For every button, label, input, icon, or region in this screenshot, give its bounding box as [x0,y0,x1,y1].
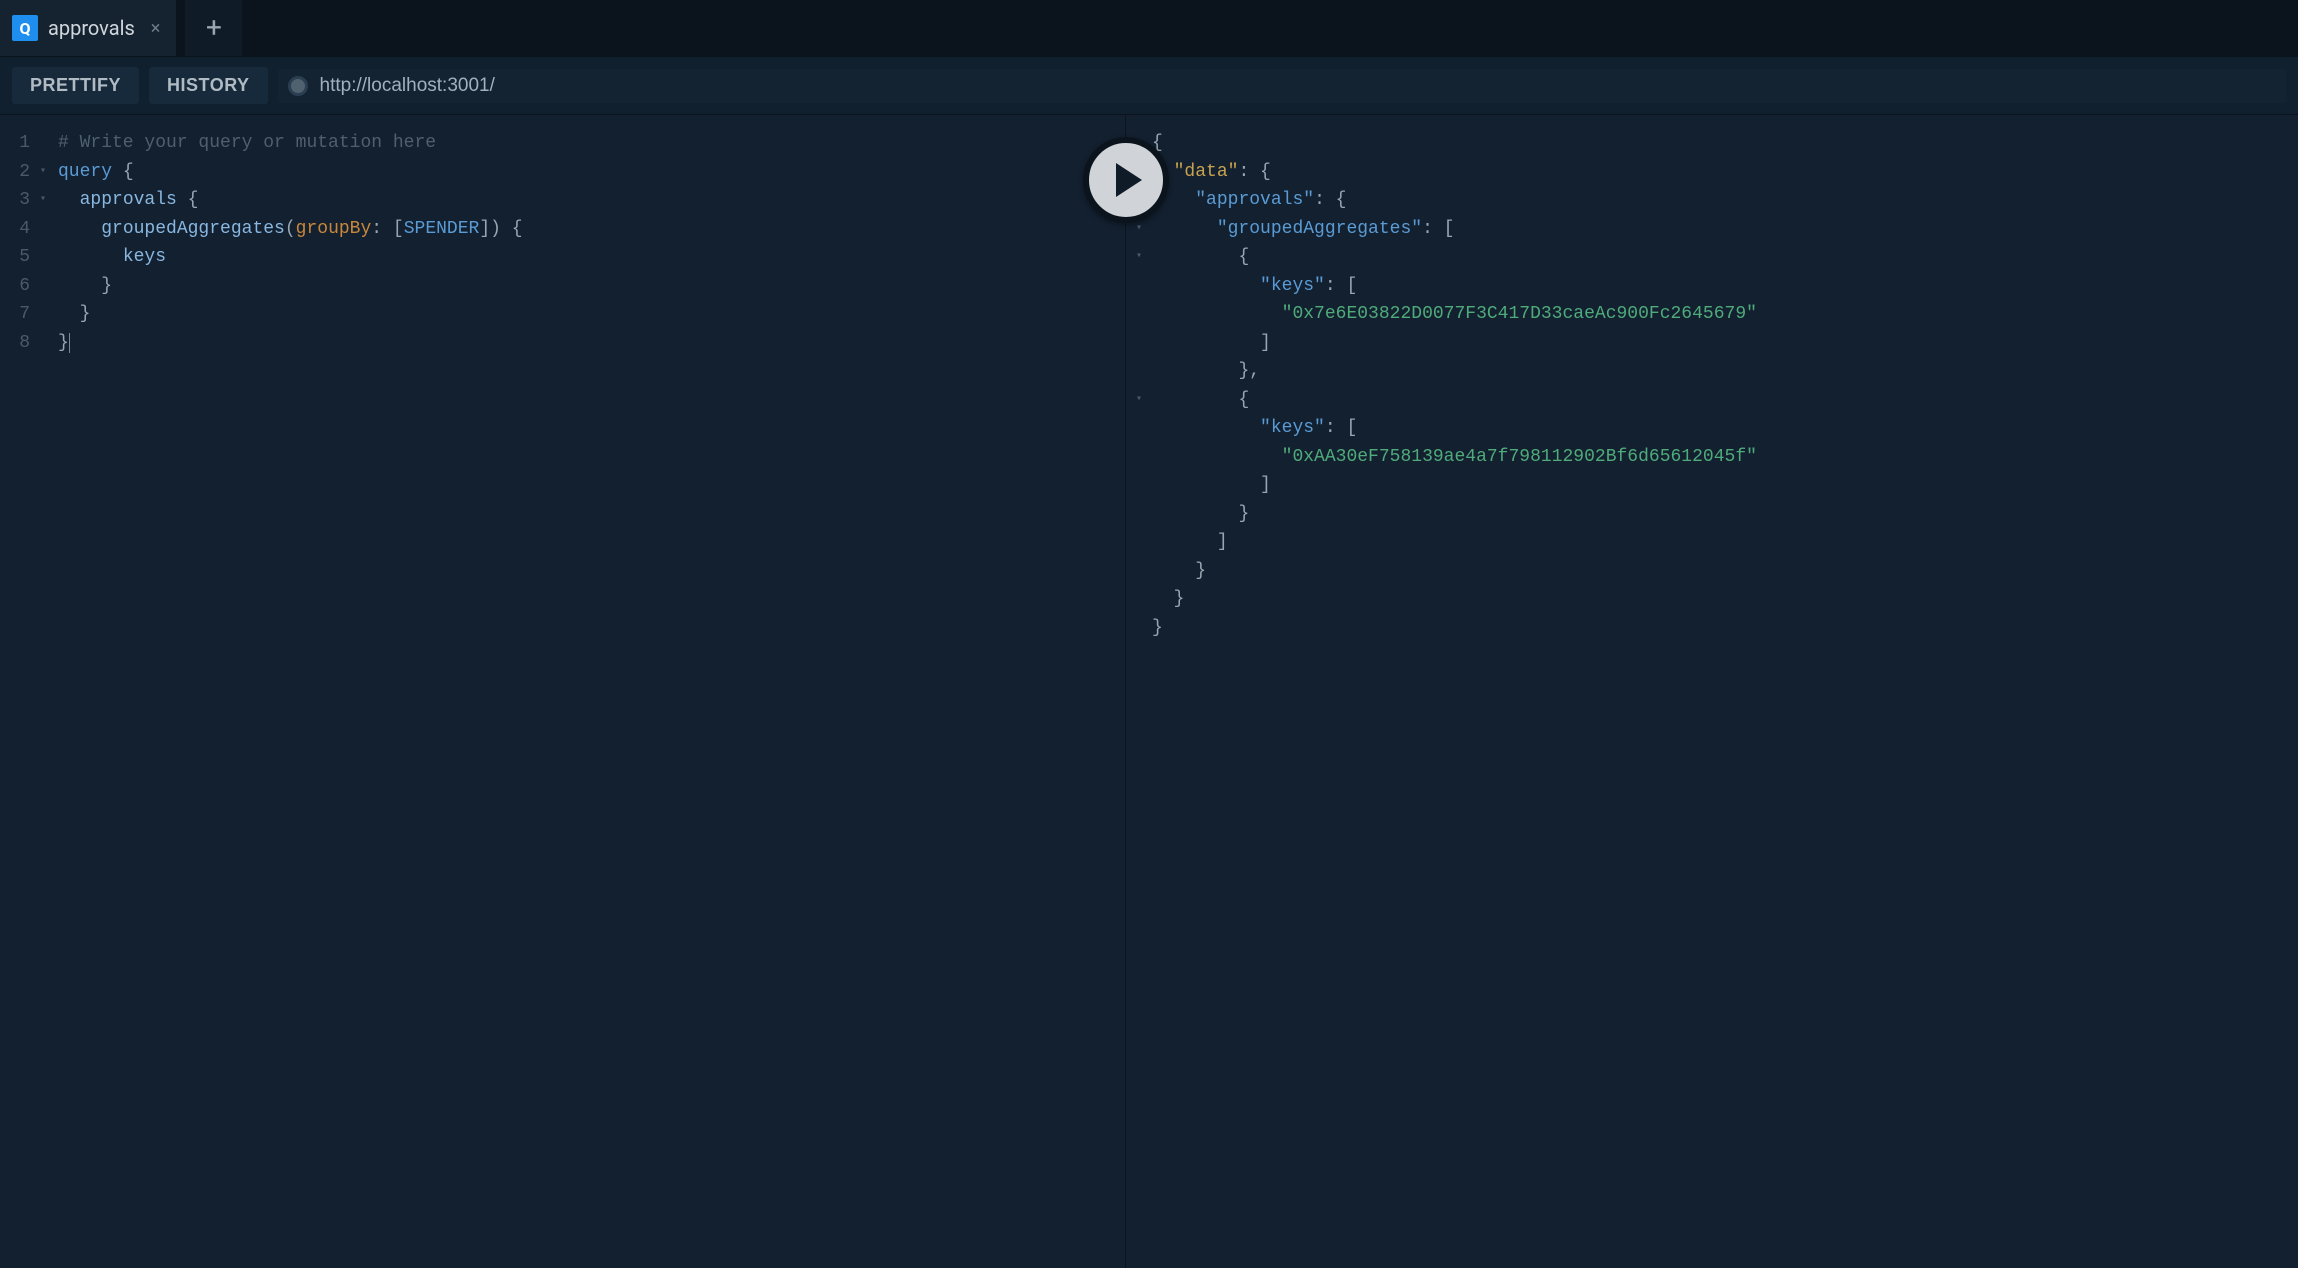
query-comment: # Write your query or mutation here [58,133,436,153]
json-key-groupedAggregates: "groupedAggregates" [1217,219,1422,239]
connection-status-icon [288,76,308,96]
line-gutter: 1 2 3 4 5 6 7 8 [0,129,40,1254]
result-viewer[interactable]: ▾ ▾ ▾ ▾ ▾ ▾ { "data": { "approvals": { "… [1126,115,2298,1268]
tab-bar: Q approvals × + [0,0,2298,57]
play-icon [1116,163,1142,197]
kw-query: query [58,162,112,182]
execute-button[interactable] [1083,137,1169,223]
field-approvals: approvals [80,190,177,210]
close-icon[interactable]: × [151,18,161,39]
new-tab-button[interactable]: + [185,0,242,56]
prettify-button[interactable]: PRETTIFY [12,67,139,104]
endpoint-field[interactable] [278,69,2286,103]
result-fold-gutter: ▾ ▾ ▾ ▾ ▾ ▾ [1126,129,1148,1254]
fold-gutter: ▾ ▾ [40,129,54,1254]
tab-title: approvals [48,16,135,40]
query-code[interactable]: # Write your query or mutation here quer… [54,129,1125,1254]
history-button[interactable]: HISTORY [149,67,268,104]
tab-approvals[interactable]: Q approvals × [0,0,177,56]
json-key-data: "data" [1174,162,1239,182]
json-key-approvals: "approvals" [1195,190,1314,210]
query-editor[interactable]: 1 2 3 4 5 6 7 8 ▾ ▾ # Write your query o… [0,115,1126,1268]
json-key-keys: "keys" [1260,418,1325,438]
toolbar: PRETTIFY HISTORY [0,57,2298,115]
json-key-keys: "keys" [1260,276,1325,296]
json-value-address-1: "0xAA30eF758139ae4a7f798112902Bf6d656120… [1282,447,1757,467]
field-keys: keys [123,247,166,267]
result-code: { "data": { "approvals": { "groupedAggre… [1148,129,2298,1254]
field-groupedAggregates: groupedAggregates [101,219,285,239]
endpoint-input[interactable] [320,75,2276,97]
query-badge-icon: Q [12,15,38,41]
main-area: 1 2 3 4 5 6 7 8 ▾ ▾ # Write your query o… [0,115,2298,1268]
json-value-address-0: "0x7e6E03822D0077F3C417D33caeAc900Fc2645… [1282,304,1757,324]
plus-icon: + [206,14,222,42]
enum-spender: SPENDER [404,219,480,239]
cursor: } [58,333,70,353]
arg-groupBy: groupBy [296,219,372,239]
